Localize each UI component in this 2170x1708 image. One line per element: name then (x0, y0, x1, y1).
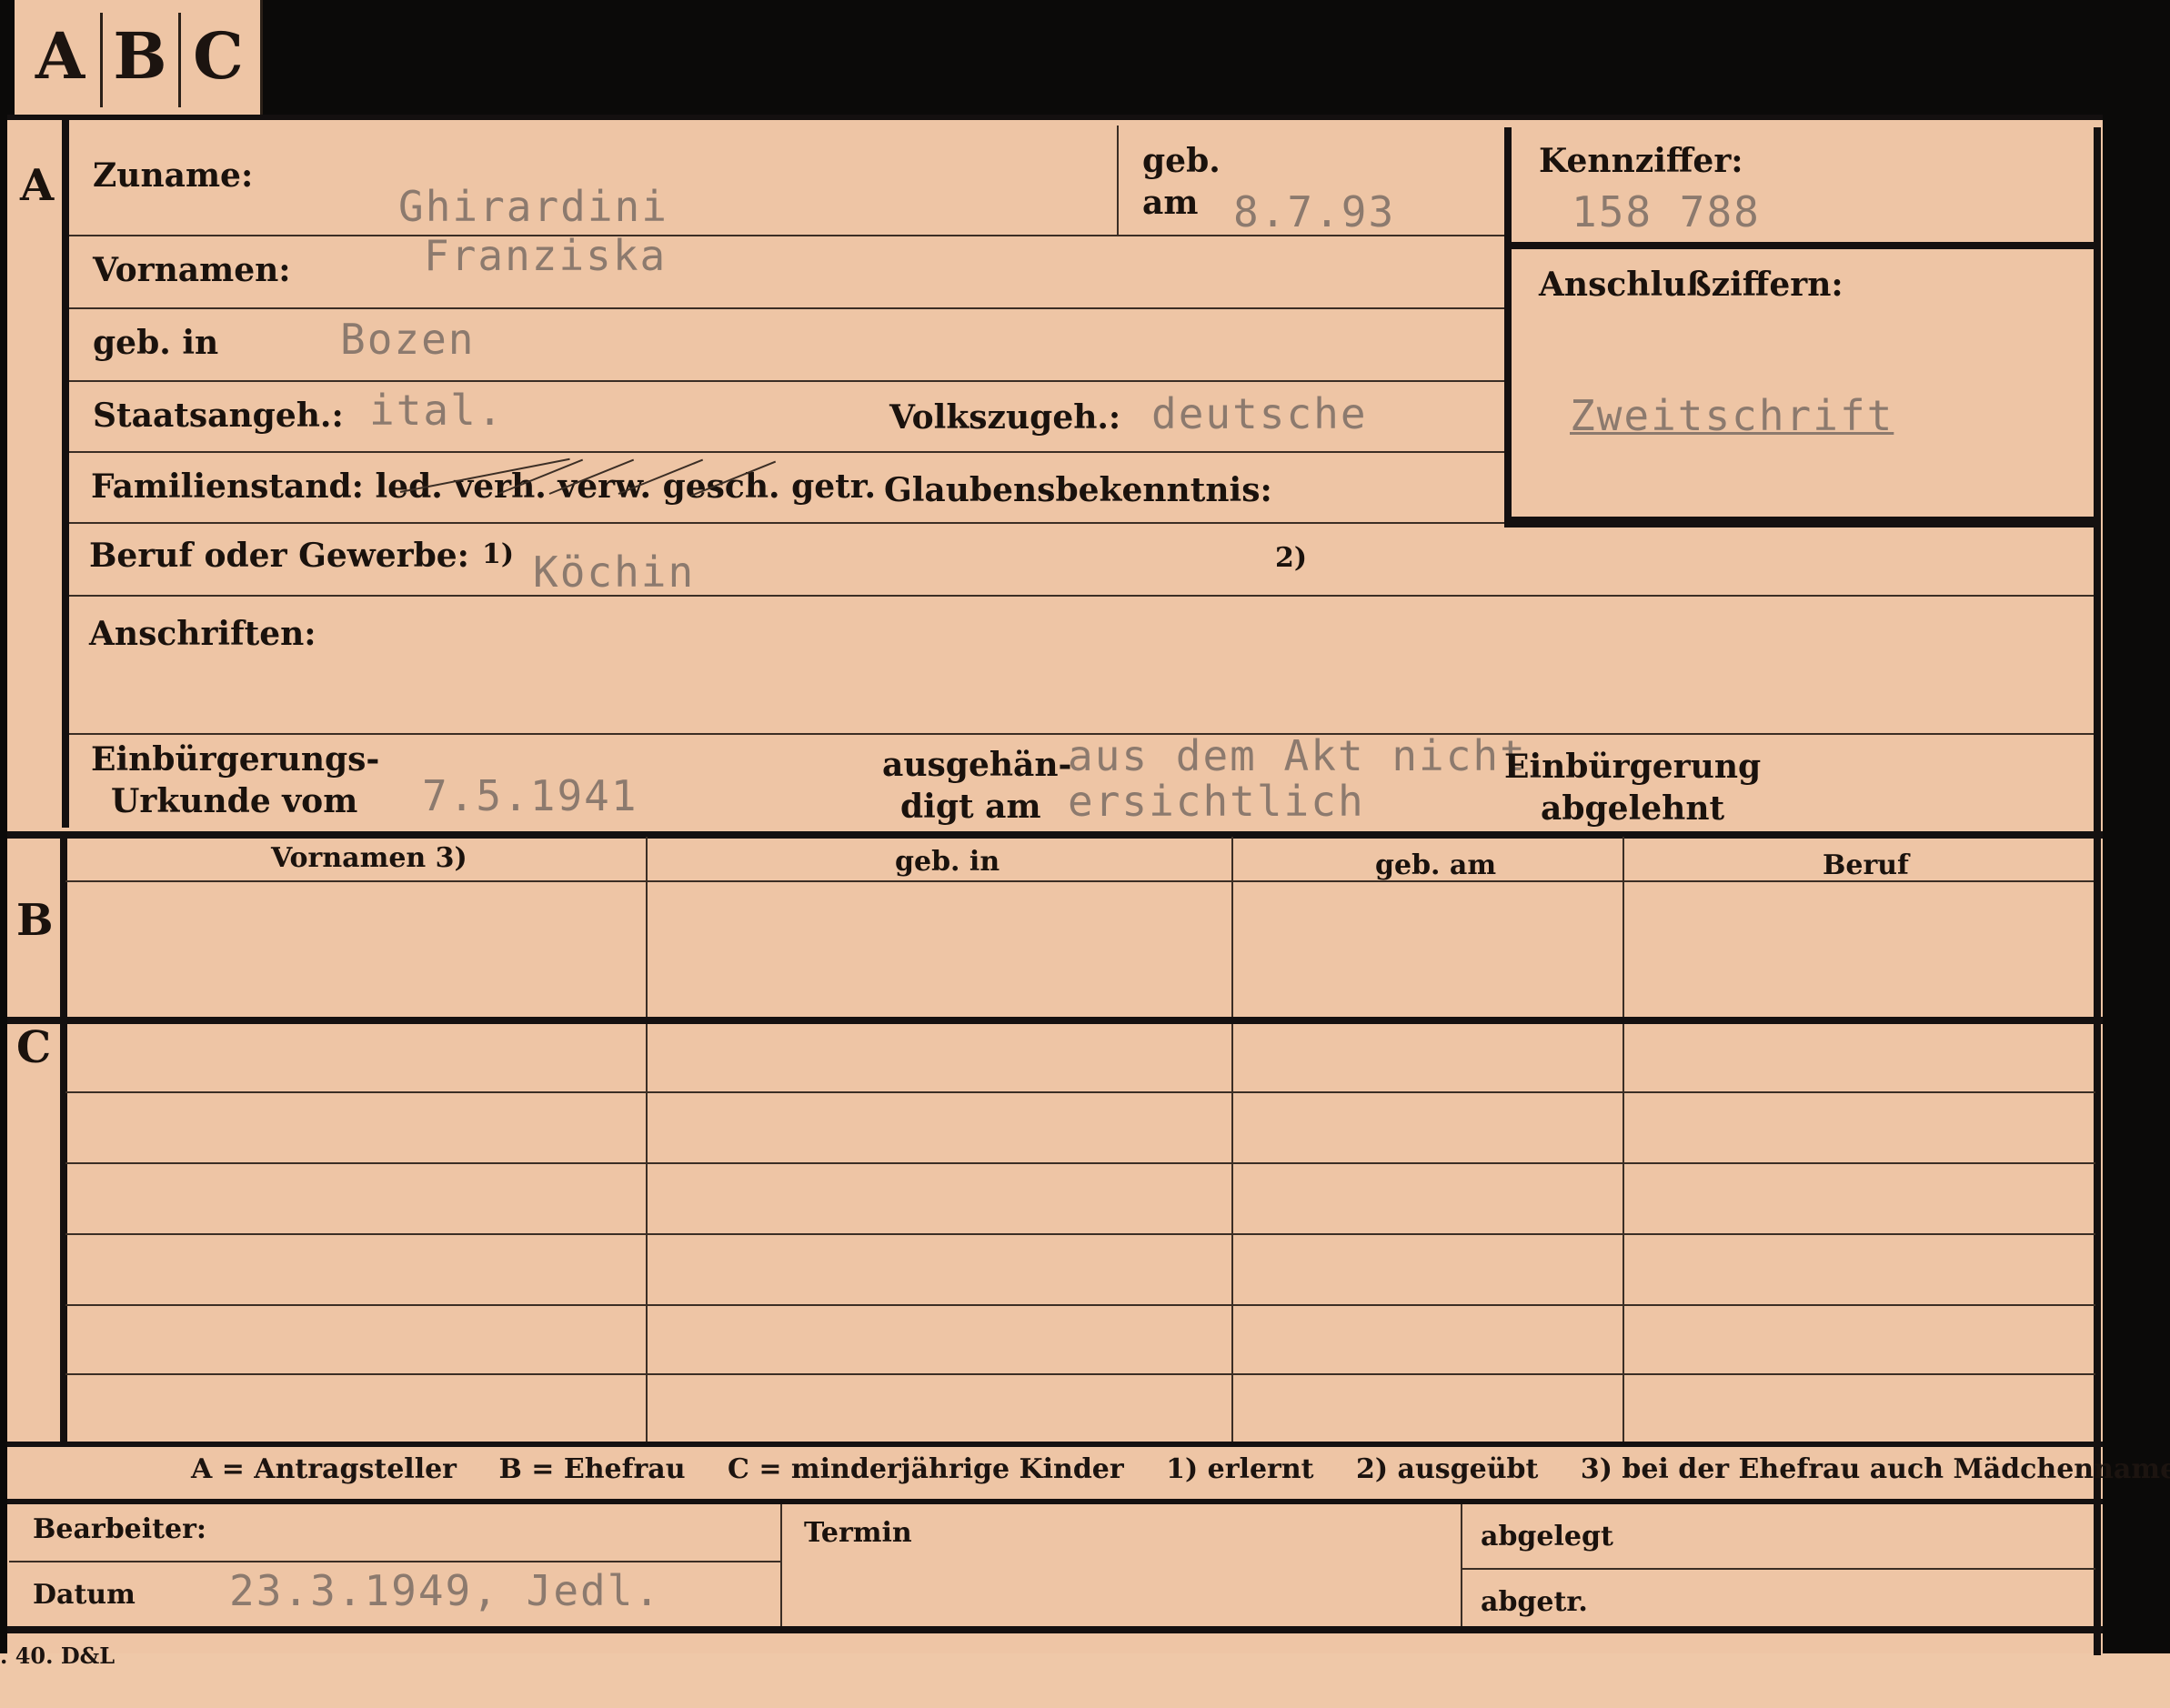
urkunde-value: 7.5.1941 (422, 771, 638, 820)
column-line (1461, 1504, 1462, 1628)
legend-item: C = minderjährige Kinder (728, 1453, 1124, 1485)
geb-label: geb. (1142, 142, 1221, 180)
legend-item: 2) ausgeübt (1356, 1453, 1539, 1485)
col-header-beruf: Beruf (1823, 849, 1909, 881)
tab-divider (100, 13, 103, 107)
section-b-label: B (16, 895, 54, 946)
kennziffer-box-border (1504, 517, 2101, 527)
vornamen-label: Vornamen: (93, 251, 291, 289)
legend-item: A = Antragsteller (191, 1453, 457, 1485)
row-line (9, 1561, 780, 1562)
column-line (1231, 837, 1233, 1442)
anschriften-label: Anschriften: (89, 615, 316, 653)
zuname-value: Ghirardini (398, 182, 668, 231)
card-bottom-edge (0, 1653, 2170, 1708)
zuname-label: Zuname: (93, 156, 254, 195)
einbuergerung-abgelehnt-label: Einbürgerung (1504, 748, 1762, 786)
column-line (780, 1504, 782, 1628)
ausgehaendigt-value: ersichtlich (1068, 777, 1365, 826)
section-b-top-border (7, 831, 2103, 839)
anschlussziffern-label: Anschlußziffern: (1539, 266, 1843, 304)
card-top-border (7, 115, 2103, 120)
ausgehaendigt-value: aus dem Akt nicht (1068, 731, 1527, 780)
row-line (1461, 1568, 2095, 1570)
row-line (69, 380, 1504, 382)
section-bc-divider (60, 837, 67, 1442)
glaubensbekenntnis-label: Glaubensbekenntnis: (884, 471, 1272, 509)
abgetr-label: abgetr. (1481, 1586, 1588, 1618)
legend-bottom-border (7, 1499, 2103, 1504)
legend: A = Antragsteller B = Ehefrau C = minder… (191, 1453, 2170, 1485)
ausgehaendigt-label: digt am (900, 788, 1041, 826)
ausgehaendigt-label: ausgehän- (882, 746, 1072, 784)
geb-am-value: 8.7.93 (1233, 187, 1396, 236)
index-tab: A B C (15, 0, 263, 118)
tab-letter-a: A (35, 18, 85, 94)
datum-value: 23.3.1949, Jedl. (229, 1566, 662, 1615)
row-line (65, 1304, 2095, 1306)
col-header-vornamen: Vornamen 3) (271, 842, 467, 874)
column-line (1622, 837, 1624, 1442)
legend-item: 3) bei der Ehefrau auch Mädchenname (1580, 1453, 2170, 1485)
termin-label: Termin (804, 1517, 912, 1549)
footnote-mark-1: 1) (482, 538, 515, 570)
legend-item: B = Ehefrau (498, 1453, 686, 1485)
familienstand-label: Familienstand: led. verh. verw. gesch. g… (91, 467, 876, 506)
row-line (65, 1233, 2095, 1235)
kennziffer-box-border (1504, 127, 1512, 527)
row-line (69, 451, 1504, 453)
footnote-mark-2: 2) (1275, 542, 1308, 574)
legend-item: 1) erlernt (1166, 1453, 1314, 1485)
beruf-value: Köchin (533, 548, 696, 597)
row-line (65, 1162, 2095, 1164)
bearbeiter-label: Bearbeiter: (33, 1513, 206, 1545)
tab-letter-b: B (113, 18, 167, 94)
kennziffer-box-border (2094, 127, 2101, 527)
col-header-geb-am: geb. am (1375, 849, 1497, 881)
col-header-geb-in: geb. in (895, 846, 1000, 878)
header-line (65, 880, 2095, 882)
zweitschrift-stamp: Zweitschrift (1570, 391, 1894, 440)
section-c-top-border (7, 1017, 2103, 1024)
print-mark: . 40. D&L (0, 1643, 116, 1669)
staatsangehoerigkeit-value: ital. (369, 386, 505, 435)
einbuergerung-abgelehnt-label: abgelehnt (1541, 789, 1725, 828)
geb-in-label: geb. in (93, 324, 219, 362)
geb-am-label: am (1142, 184, 1199, 222)
row-line (65, 1091, 2095, 1093)
vornamen-value: Franziska (424, 231, 668, 280)
abgelegt-label: abgelegt (1481, 1521, 1613, 1552)
volkszugehoerigkeit-label: Volkszugeh.: (889, 398, 1121, 437)
section-c-label: C (16, 1022, 52, 1073)
kennziffer-label: Kennziffer: (1539, 142, 1743, 180)
column-line (646, 837, 648, 1442)
datum-label: Datum (33, 1579, 136, 1611)
tab-letter-c: C (193, 18, 244, 94)
card-bottom-border (7, 1626, 2103, 1633)
section-a-label: A (20, 160, 55, 211)
beruf-label: Beruf oder Gewerbe: (89, 537, 469, 575)
urkunde-label: Urkunde vom (111, 782, 358, 820)
row-line (69, 595, 2094, 597)
staatsangehoerigkeit-label: Staatsangeh.: (93, 397, 344, 435)
kennziffer-box-border (1504, 242, 2101, 249)
section-a-divider (62, 118, 69, 828)
column-line (1117, 126, 1119, 236)
geb-in-value: Bozen (340, 315, 476, 364)
einbuergerung-label: Einbürgerungs- (91, 740, 380, 779)
kennziffer-value: 158 788 (1572, 187, 1761, 236)
row-line (69, 307, 1504, 309)
legend-top-border (7, 1442, 2103, 1447)
tab-divider (178, 13, 181, 107)
volkszugehoerigkeit-value: deutsche (1151, 389, 1368, 438)
row-line (65, 1373, 2095, 1375)
